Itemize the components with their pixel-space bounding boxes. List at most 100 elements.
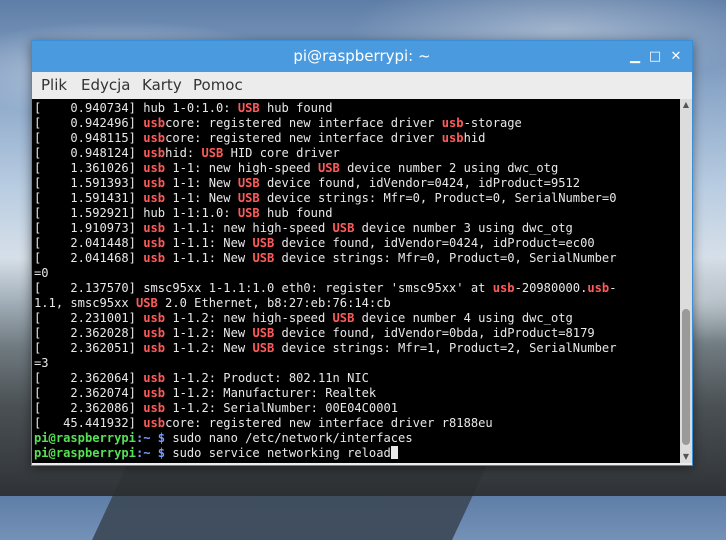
terminal-line: [ 2.041448] usb 1-1.1: New USB device fo… — [34, 236, 680, 251]
terminal-text: 1.1, smsc95xx — [34, 296, 136, 310]
terminal-text: [ 1.591431] — [34, 191, 144, 205]
terminal-output[interactable]: [ 0.940734] hub 1-0:1.0: USB hub found[ … — [32, 99, 680, 463]
terminal-line: [ 45.441932] usbcore: registered new int… — [34, 416, 680, 431]
command-text: sudo service networking reload — [165, 446, 391, 460]
prompt-line: pi@raspberrypi:~ $ sudo nano /etc/networ… — [34, 431, 680, 446]
terminal-text: 1-1.2: Product: 802.11n NIC — [165, 371, 369, 385]
terminal-line: [ 2.362028] usb 1-1.2: New USB device fo… — [34, 326, 680, 341]
terminal-text: [ 2.041448] — [34, 236, 144, 250]
terminal-text: device number 3 using dwc_otg — [354, 221, 573, 235]
highlight-text: USB — [237, 176, 260, 190]
highlight-text: usb — [143, 116, 166, 130]
menu-tabs[interactable]: Karty — [142, 72, 182, 99]
command-text: sudo nano /etc/network/interfaces — [165, 431, 413, 445]
highlight-text: USB — [332, 221, 355, 235]
menu-file[interactable]: Plik — [41, 72, 67, 99]
terminal-text: [ 0.948124] — [34, 146, 144, 160]
terminal-line: [ 2.137570] smsc95xx 1-1.1:1.0 eth0: reg… — [34, 281, 680, 296]
terminal-text: hub found — [259, 101, 333, 115]
terminal-line: [ 2.041468] usb 1-1.1: New USB device st… — [34, 251, 680, 266]
terminal-lines: [ 0.940734] hub 1-0:1.0: USB hub found[ … — [34, 101, 680, 461]
terminal-text: 1-1.1: New — [165, 251, 253, 265]
terminal-scrollbar[interactable]: ▲ ▼ — [680, 99, 692, 463]
terminal-text: [ 1.591393] — [34, 176, 144, 190]
highlight-text: usb — [143, 326, 166, 340]
window-titlebar[interactable]: pi@raspberrypi: ~ ▁ □ ✕ — [32, 41, 692, 72]
scroll-up-icon[interactable]: ▲ — [680, 99, 692, 111]
terminal-line: [ 1.910973] usb 1-1.1: new high-speed US… — [34, 221, 680, 236]
minimize-icon[interactable]: ▁ — [625, 47, 645, 66]
terminal-text: [ 45.441932] — [34, 416, 144, 430]
prompt-line: pi@raspberrypi:~ $ sudo service networki… — [34, 446, 680, 461]
terminal-text: [ 0.942496] — [34, 116, 144, 130]
terminal-text: 1-1.2: SerialNumber: 00E04C0001 — [165, 401, 399, 415]
highlight-text: USB — [252, 326, 275, 340]
highlight-text: USB — [135, 296, 158, 310]
terminal-text: 1-1: new high-speed — [165, 161, 318, 175]
terminal-text: [ 0.948115] — [34, 131, 144, 145]
terminal-text: [ 2.362051] — [34, 341, 144, 355]
menu-help[interactable]: Pomoc — [193, 72, 243, 99]
scrollbar-thumb[interactable] — [682, 309, 690, 445]
terminal-text: 1-1.1: new high-speed — [165, 221, 333, 235]
highlight-text: USB — [317, 161, 340, 175]
scroll-down-icon[interactable]: ▼ — [680, 451, 692, 463]
highlight-text: usb — [143, 131, 166, 145]
terminal-line: [ 0.948115] usbcore: registered new inte… — [34, 131, 680, 146]
terminal-line: [ 2.231001] usb 1-1.2: new high-speed US… — [34, 311, 680, 326]
highlight-text: usb — [143, 311, 166, 325]
terminal-text: [ 2.362086] — [34, 401, 144, 415]
terminal-line: [ 0.942496] usbcore: registered new inte… — [34, 116, 680, 131]
terminal-text: [ 1.910973] — [34, 221, 144, 235]
terminal-text: [ 2.362064] — [34, 371, 144, 385]
terminal-text: hub found — [259, 206, 333, 220]
highlight-text: usb — [143, 161, 166, 175]
highlight-text: usb — [492, 281, 515, 295]
prompt-path: :~ $ — [135, 431, 166, 445]
terminal-text: device number 2 using dwc_otg — [339, 161, 559, 175]
terminal-line: [ 2.362051] usb 1-1.2: New USB device st… — [34, 341, 680, 356]
terminal-line: [ 0.940734] hub 1-0:1.0: USB hub found — [34, 101, 680, 116]
terminal-text: 1-1.2: new high-speed — [165, 311, 333, 325]
highlight-text: USB — [252, 341, 275, 355]
prompt-user: pi@raspberrypi — [34, 446, 136, 460]
highlight-text: usb — [143, 251, 166, 265]
terminal-text: device found, idVendor=0424, idProduct=e… — [274, 236, 595, 250]
highlight-text: usb — [143, 371, 166, 385]
maximize-icon[interactable]: □ — [645, 47, 665, 66]
terminal-line: =3 — [34, 356, 680, 371]
terminal-text: 1-1.2: New — [165, 326, 253, 340]
text-cursor — [390, 446, 398, 459]
menu-edit[interactable]: Edycja — [81, 72, 130, 99]
terminal-text: HID core driver — [223, 146, 340, 160]
highlight-text: USB — [237, 101, 260, 115]
terminal-text: core: registered new interface driver — [165, 116, 442, 130]
highlight-text: usb — [143, 191, 166, 205]
terminal-text: [ 2.362074] — [34, 386, 144, 400]
highlight-text: USB — [201, 146, 224, 160]
terminal-text: [ 2.362028] — [34, 326, 144, 340]
highlight-text: usb — [143, 416, 166, 430]
prompt-user: pi@raspberrypi — [34, 431, 136, 445]
terminal-text: 1-1: New — [165, 176, 238, 190]
highlight-text: usb — [143, 401, 166, 415]
highlight-text: USB — [237, 191, 260, 205]
highlight-text: USB — [237, 206, 260, 220]
menu-bar: Plik Edycja Karty Pomoc — [32, 72, 692, 99]
highlight-text: usb — [143, 146, 166, 160]
terminal-line: [ 0.948124] usbhid: USB HID core driver — [34, 146, 680, 161]
terminal-text: device strings: Mfr=0, Product=0, Serial… — [274, 251, 617, 265]
terminal-text: 1-1: New — [165, 191, 238, 205]
highlight-text: usb — [143, 221, 166, 235]
terminal-text: -20980000. — [514, 281, 588, 295]
highlight-text: usb — [143, 386, 166, 400]
terminal-line: [ 2.362064] usb 1-1.2: Product: 802.11n … — [34, 371, 680, 386]
terminal-text: device number 4 using dwc_otg — [354, 311, 573, 325]
window-title: pi@raspberrypi: ~ — [293, 47, 431, 65]
terminal-line: 1.1, smsc95xx USB 2.0 Ethernet, b8:27:eb… — [34, 296, 680, 311]
terminal-line: [ 1.592921] hub 1-1:1.0: USB hub found — [34, 206, 680, 221]
terminal-text: -storage — [463, 116, 522, 130]
highlight-text: usb — [143, 236, 166, 250]
terminal-text: 2.0 Ethernet, b8:27:eb:76:14:cb — [157, 296, 391, 310]
close-icon[interactable]: ✕ — [666, 47, 686, 66]
